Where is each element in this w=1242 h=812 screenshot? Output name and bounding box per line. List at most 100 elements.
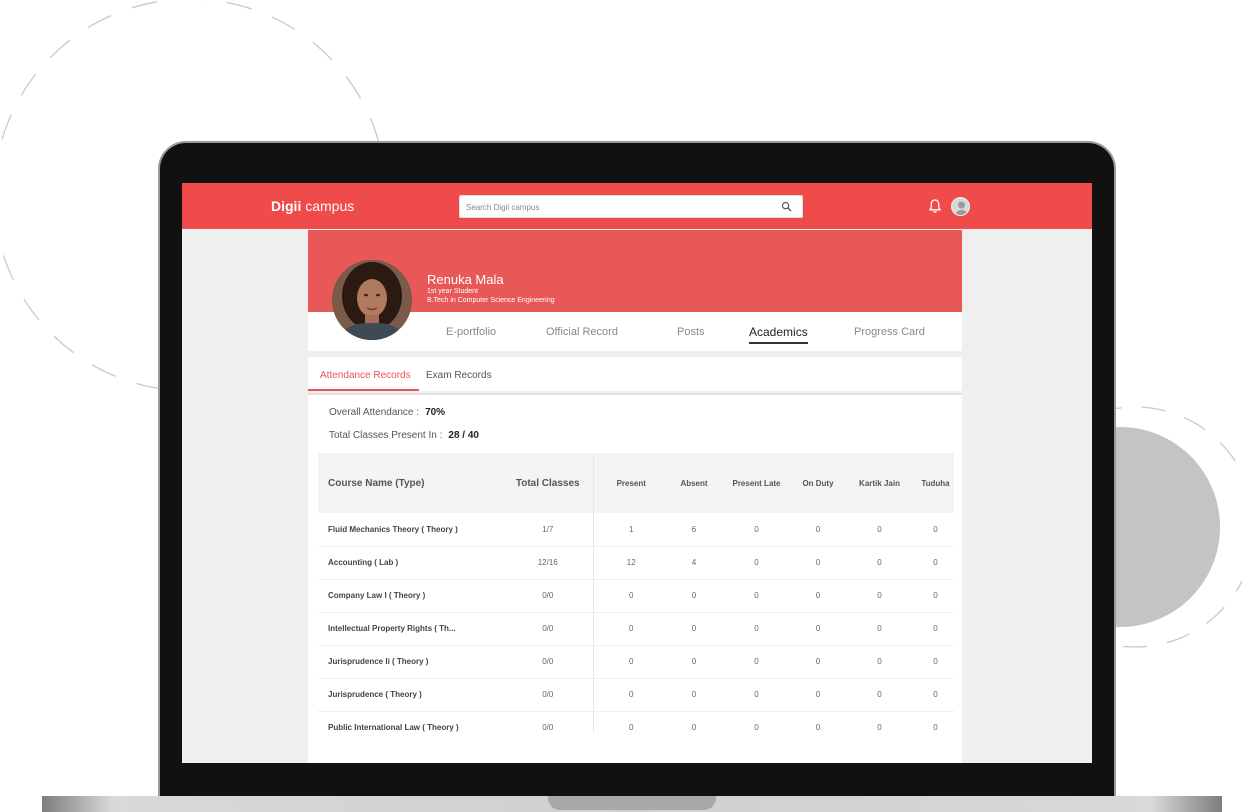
table-cell: 0 <box>917 579 954 613</box>
logo-bold-text: Digii <box>271 198 302 214</box>
active-subtab-indicator <box>308 389 419 391</box>
table-cell: 0 <box>669 678 719 712</box>
user-avatar[interactable] <box>951 197 970 216</box>
table-cell: 4 <box>669 546 719 580</box>
table-cell: 0 <box>593 645 669 679</box>
total-classes-present-value: 28 / 40 <box>448 430 479 441</box>
table-cell: 0/0 <box>503 711 594 733</box>
table-cell: 0 <box>917 678 954 712</box>
table-cell: 1/7 <box>503 513 594 547</box>
table-row[interactable]: Fluid Mechanics Theory ( Theory ) 1/7 1 6 0 0… <box>318 513 954 547</box>
top-navigation-bar: Digii campus <box>182 183 1092 229</box>
table-cell: 0 <box>917 711 954 733</box>
table-cell: 0 <box>794 579 842 613</box>
overall-attendance-value: 70% <box>425 407 446 418</box>
tab-posts[interactable]: Posts <box>677 326 705 338</box>
table-cell: 0 <box>794 645 842 679</box>
table-cell: 0 <box>593 711 669 733</box>
table-header-row: Course Name (Type) Total Classes Present Ab… <box>318 453 954 513</box>
table-row[interactable]: Accounting ( Lab ) 12/16 12 4 0 0 0 0 <box>318 546 954 580</box>
table-cell: 6 <box>669 513 719 547</box>
course-name-cell: Company Law I ( Theory ) <box>318 579 503 613</box>
table-row[interactable]: Public International Law ( Theory ) 0/0 0 0… <box>318 711 954 733</box>
overall-attendance: Overall Attendance : 70% <box>329 407 445 418</box>
table-cell: 0 <box>842 513 917 547</box>
table-row[interactable]: Jurisprudence Ii ( Theory ) 0/0 0 0 0 0 0 0 <box>318 645 954 679</box>
table-cell: 0 <box>669 645 719 679</box>
table-cell: 0 <box>917 645 954 679</box>
table-cell: 0 <box>917 546 954 580</box>
header-on-duty: On Duty <box>794 453 842 513</box>
table-cell: 0 <box>794 678 842 712</box>
total-classes-present-label: Total Classes Present In : <box>329 430 443 441</box>
table-cell: 0 <box>842 612 917 646</box>
table-cell: 0/0 <box>503 579 594 613</box>
table-cell: 0 <box>669 579 719 613</box>
table-cell: 0 <box>669 711 719 733</box>
tab-e-portfolio[interactable]: E-portfolio <box>446 326 496 338</box>
search-input[interactable] <box>466 198 766 216</box>
header-tuduha: Tuduha <box>917 453 954 513</box>
table-cell: 0 <box>842 546 917 580</box>
profile-name: Renuka Mala <box>427 272 504 287</box>
search-icon[interactable] <box>781 201 792 212</box>
subtab-attendance-records[interactable]: Attendance Records <box>320 370 411 381</box>
table-row[interactable]: Company Law I ( Theory ) 0/0 0 0 0 0 0 0 <box>318 579 954 613</box>
course-name-cell: Fluid Mechanics Theory ( Theory ) <box>318 513 503 547</box>
tab-academics[interactable]: Academics <box>749 325 808 344</box>
table-cell: 0 <box>719 579 794 613</box>
table-cell: 0 <box>842 678 917 712</box>
table-cell: 1 <box>593 513 669 547</box>
table-cell: 0 <box>794 612 842 646</box>
table-cell: 12 <box>593 546 669 580</box>
header-present: Present <box>593 453 669 513</box>
bell-icon[interactable] <box>928 198 942 214</box>
table-cell: 0 <box>593 678 669 712</box>
course-name-cell: Public International Law ( Theory ) <box>318 711 503 733</box>
attendance-table-container[interactable]: Course Name (Type) Total Classes Present Ab… <box>318 453 954 733</box>
table-row[interactable]: Intellectual Property Rights ( Th... 0/0 0… <box>318 612 954 646</box>
header-present-late: Present Late <box>719 453 794 513</box>
course-name-cell: Intellectual Property Rights ( Th... <box>318 612 503 646</box>
table-cell: 0 <box>669 612 719 646</box>
table-cell: 0 <box>719 612 794 646</box>
header-total-classes: Total Classes <box>503 453 594 513</box>
course-name-cell: Accounting ( Lab ) <box>318 546 503 580</box>
user-avatar-icon <box>955 201 968 215</box>
table-cell: 0 <box>917 513 954 547</box>
table-cell: 0 <box>794 513 842 547</box>
subtab-exam-records[interactable]: Exam Records <box>426 370 492 381</box>
tab-progress-card[interactable]: Progress Card <box>854 326 925 338</box>
table-cell: 0 <box>719 645 794 679</box>
laptop-notch <box>548 796 716 810</box>
table-body: Fluid Mechanics Theory ( Theory ) 1/7 1 6 0 0… <box>318 513 954 733</box>
header-absent: Absent <box>669 453 719 513</box>
table-cell: 0/0 <box>503 612 594 646</box>
table-cell: 0 <box>719 513 794 547</box>
table-cell: 0 <box>917 612 954 646</box>
table-row[interactable]: Jurisprudence ( Theory ) 0/0 0 0 0 0 0 0 <box>318 678 954 712</box>
header-course-name: Course Name (Type) <box>318 453 503 513</box>
attendance-table: Course Name (Type) Total Classes Present Ab… <box>318 453 954 733</box>
app-logo[interactable]: Digii campus <box>271 198 354 214</box>
table-cell: 0 <box>719 711 794 733</box>
search-box <box>459 195 803 218</box>
header-kartik-jain: Kartik Jain <box>842 453 917 513</box>
table-cell: 0 <box>842 711 917 733</box>
table-cell: 0 <box>842 579 917 613</box>
table-cell: 0 <box>719 546 794 580</box>
course-name-cell: Jurisprudence ( Theory ) <box>318 678 503 712</box>
profile-year: 1st year Student <box>427 288 478 295</box>
records-subtabs: Attendance Records Exam Records <box>308 357 962 391</box>
profile-card: Renuka Mala 1st year Student B.Tech in C… <box>308 230 962 351</box>
total-classes-present: Total Classes Present In : 28 / 40 <box>329 430 479 441</box>
logo-text: campus <box>301 198 355 214</box>
attendance-panel: Overall Attendance : 70% Total Classes Pr… <box>308 393 962 763</box>
profile-tabs: E-portfolio Official Record Posts Academ… <box>308 312 962 351</box>
tab-official-record[interactable]: Official Record <box>546 326 618 338</box>
app-screen: Digii campus Search Digii campus Renuka … <box>182 183 1092 763</box>
table-cell: 0 <box>794 711 842 733</box>
table-cell: 0 <box>593 579 669 613</box>
overall-attendance-label: Overall Attendance : <box>329 407 420 418</box>
table-cell: 12/16 <box>503 546 594 580</box>
